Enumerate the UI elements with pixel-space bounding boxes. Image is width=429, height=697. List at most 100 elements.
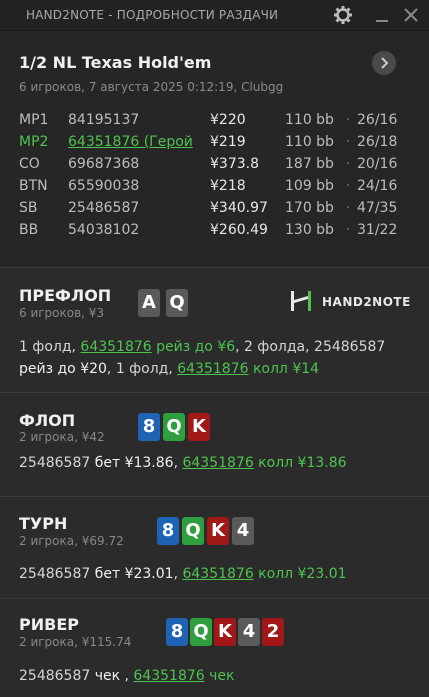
player-stack: ¥220 (210, 112, 246, 128)
card: 4 (232, 517, 254, 545)
player-position: MP1 (19, 112, 49, 128)
card: K (214, 618, 236, 646)
street-info-river: 2 игрока, ¥115.74 (19, 635, 132, 649)
hand2note-logo-icon (291, 291, 311, 311)
villain-action: рейз до ¥20 (19, 361, 107, 377)
villain-action: чек (94, 668, 121, 684)
player-stack-bb: 109 bb (285, 178, 334, 194)
player-row: SB 25486587 ¥340.97 170 bb · 47/35 (0, 200, 429, 221)
player-position: MP2 (19, 134, 49, 150)
player-stack-bb: 110 bb (285, 134, 334, 150)
divider (0, 392, 429, 393)
street-title-river: РИВЕР (19, 615, 79, 634)
divider (0, 267, 429, 268)
player-position: CO (19, 156, 40, 172)
street-title-turn: ТУРН (19, 514, 68, 533)
next-hand-button[interactable] (372, 51, 396, 75)
card: 4 (238, 618, 260, 646)
divider (0, 496, 429, 497)
action-text: , (120, 668, 134, 684)
hero-action: чек (204, 668, 235, 684)
hero-action: рейз до ¥6 (151, 339, 236, 355)
player-id[interactable]: 54038102 (68, 222, 139, 238)
action-text: 25486587 (19, 455, 95, 471)
player-vpip-pfr: 26/18 (357, 134, 398, 150)
separator-dot: · (346, 178, 351, 194)
hero-action: колл ¥13.86 (253, 455, 347, 471)
action-text: , 2 фолда, 25486587 (235, 339, 386, 355)
villain-action: бет ¥13.86 (94, 455, 174, 471)
player-stack-bb: 130 bb (285, 222, 334, 238)
card: Q (163, 413, 185, 441)
separator-dot: · (346, 156, 351, 172)
hand2note-logo-text: HAND2NOTE (322, 295, 411, 309)
close-icon[interactable] (400, 4, 422, 26)
hero-link[interactable]: 64351876 (133, 668, 204, 684)
player-id[interactable]: 64351876 (Герой (68, 134, 193, 150)
card: K (188, 413, 210, 441)
game-title: 1/2 NL Texas Hold'em (19, 53, 212, 72)
window-title: HAND2NOTE - ПОДРОБНОСТИ РАЗДАЧИ (26, 8, 279, 22)
player-id[interactable]: 69687368 (68, 156, 139, 172)
flop-actions: 25486587 бет ¥13.86, 64351876 колл ¥13.8… (19, 452, 347, 474)
player-vpip-pfr: 24/16 (357, 178, 398, 194)
player-stack: ¥219 (210, 134, 246, 150)
card: Q (190, 618, 212, 646)
title-bar: HAND2NOTE - ПОДРОБНОСТИ РАЗДАЧИ (0, 0, 429, 31)
player-vpip-pfr: 26/16 (357, 112, 398, 128)
villain-action: бет ¥23.01 (94, 566, 174, 582)
gear-icon[interactable] (332, 4, 354, 26)
player-vpip-pfr: 47/35 (357, 200, 398, 216)
separator-dot: · (346, 134, 351, 150)
player-row: BTN 65590038 ¥218 109 bb · 24/16 (0, 178, 429, 199)
player-id[interactable]: 65590038 (68, 178, 139, 194)
street-title-flop: ФЛОП (19, 411, 76, 430)
street-info-preflop: 6 игроков, ¥3 (19, 306, 105, 320)
card: 8 (166, 618, 188, 646)
player-stack-bb: 170 bb (285, 200, 334, 216)
preflop-actions-line1: 1 фолд, 64351876 рейз до ¥6, 2 фолда, 25… (19, 336, 385, 358)
divider (0, 598, 429, 599)
player-id[interactable]: 25486587 (68, 200, 139, 216)
player-stack: ¥218 (210, 178, 246, 194)
street-title-preflop: ПРЕФЛОП (19, 286, 112, 305)
river-actions: 25486587 чек , 64351876 чек (19, 665, 234, 687)
card: 8 (138, 413, 160, 441)
card: 2 (262, 618, 284, 646)
street-info-turn: 2 игрока, ¥69.72 (19, 534, 124, 548)
card: 8 (157, 517, 179, 545)
street-info-flop: 2 игрока, ¥42 (19, 430, 105, 444)
hero-action: колл ¥23.01 (253, 566, 347, 582)
player-stack-bb: 187 bb (285, 156, 334, 172)
hero-link[interactable]: 64351876 (177, 361, 248, 377)
action-text: 25486587 (19, 566, 95, 582)
player-row: MP1 84195137 ¥220 110 bb · 26/16 (0, 112, 429, 133)
hero-link[interactable]: 64351876 (80, 339, 151, 355)
card: Q (166, 289, 188, 317)
hand-subtitle: 6 игроков, 7 августа 2025 0:12:19, Clubg… (19, 80, 284, 94)
card: A (138, 289, 160, 317)
card: Q (182, 517, 204, 545)
separator-dot: · (346, 222, 351, 238)
separator-dot: · (346, 112, 351, 128)
player-vpip-pfr: 31/22 (357, 222, 398, 238)
card: K (207, 517, 229, 545)
player-id[interactable]: 84195137 (68, 112, 139, 128)
player-stack: ¥373.8 (210, 156, 259, 172)
separator-dot: · (346, 200, 351, 216)
player-row: CO 69687368 ¥373.8 187 bb · 20/16 (0, 156, 429, 177)
preflop-actions-line2: рейз до ¥20, 1 фолд, 64351876 колл ¥14 (19, 358, 319, 380)
player-stack-bb: 110 bb (285, 112, 334, 128)
player-stack: ¥340.97 (210, 200, 268, 216)
action-text: 1 фолд, (19, 339, 81, 355)
player-row: MP2 64351876 (Герой ¥219 110 bb · 26/18 (0, 134, 429, 155)
hero-link[interactable]: 64351876 (182, 566, 253, 582)
player-position: SB (19, 200, 38, 216)
turn-actions: 25486587 бет ¥23.01, 64351876 колл ¥23.0… (19, 563, 347, 585)
player-vpip-pfr: 20/16 (357, 156, 398, 172)
hero-link[interactable]: 64351876 (182, 455, 253, 471)
minimize-icon[interactable] (371, 4, 393, 26)
player-stack: ¥260.49 (210, 222, 268, 238)
action-text: , 1 фолд, (106, 361, 178, 377)
player-position: BB (19, 222, 39, 238)
